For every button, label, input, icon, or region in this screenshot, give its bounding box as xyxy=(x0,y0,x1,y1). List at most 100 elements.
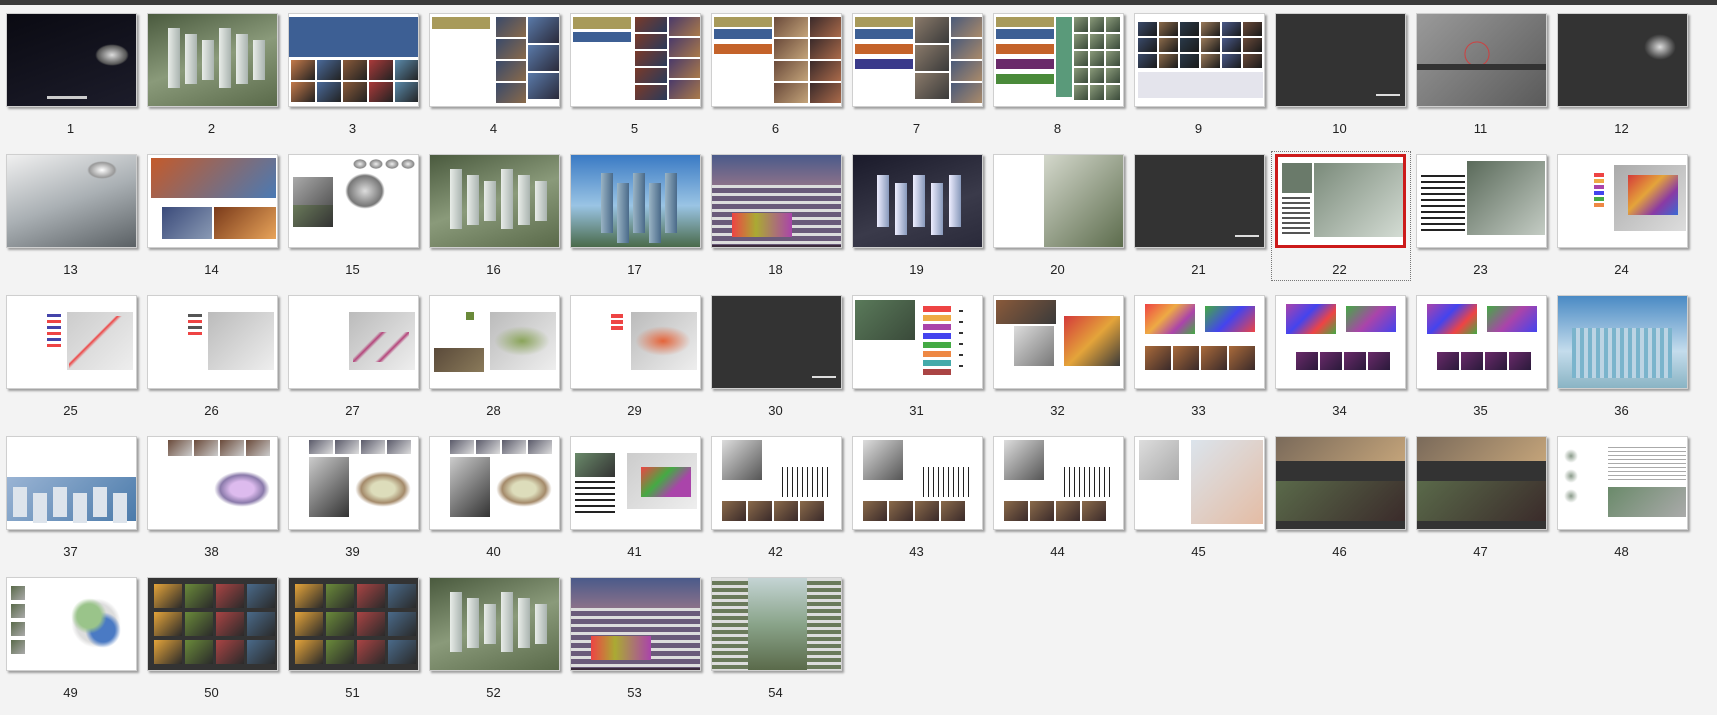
slide-preview[interactable] xyxy=(711,295,842,389)
slide-preview[interactable] xyxy=(711,577,842,671)
slide-preview[interactable] xyxy=(429,13,560,107)
slide-preview[interactable] xyxy=(1275,295,1406,389)
slide-thumbnail-27[interactable]: 27 xyxy=(282,282,423,423)
slide-thumbnail-15[interactable]: 15 xyxy=(282,141,423,282)
slide-preview[interactable] xyxy=(852,295,983,389)
slide-thumbnail-14[interactable]: 14 xyxy=(141,141,282,282)
slide-thumbnail-36[interactable]: 36 xyxy=(1551,282,1692,423)
slide-preview[interactable] xyxy=(852,13,983,107)
slide-preview[interactable] xyxy=(570,577,701,671)
slide-thumbnail-4[interactable]: 4 xyxy=(423,0,564,141)
slide-preview[interactable] xyxy=(570,436,701,530)
slide-thumbnail-45[interactable]: 45 xyxy=(1128,423,1269,564)
slide-preview[interactable] xyxy=(1275,436,1406,530)
slide-thumbnail-6[interactable]: 6 xyxy=(705,0,846,141)
slide-thumbnail-48[interactable]: 48 xyxy=(1551,423,1692,564)
slide-preview[interactable] xyxy=(1416,436,1547,530)
slide-preview[interactable] xyxy=(429,154,560,248)
slide-thumbnail-19[interactable]: 19 xyxy=(846,141,987,282)
slide-thumbnail-8[interactable]: 8 xyxy=(987,0,1128,141)
slide-thumbnail-7[interactable]: 7 xyxy=(846,0,987,141)
slide-preview[interactable] xyxy=(1134,13,1265,107)
slide-thumbnail-50[interactable]: 50 xyxy=(141,564,282,705)
slide-preview[interactable] xyxy=(1557,13,1688,107)
slide-thumbnail-35[interactable]: 35 xyxy=(1410,282,1551,423)
slide-preview[interactable] xyxy=(288,295,419,389)
slide-thumbnail-33[interactable]: 33 xyxy=(1128,282,1269,423)
slide-preview[interactable] xyxy=(711,154,842,248)
slide-thumbnail-43[interactable]: 43 xyxy=(846,423,987,564)
slide-preview[interactable] xyxy=(147,436,278,530)
slide-preview[interactable] xyxy=(1134,295,1265,389)
slide-preview[interactable] xyxy=(1557,436,1688,530)
slide-thumbnail-24[interactable]: 24 xyxy=(1551,141,1692,282)
slide-preview[interactable] xyxy=(147,577,278,671)
slide-thumbnail-5[interactable]: 5 xyxy=(564,0,705,141)
slide-thumbnail-26[interactable]: 26 xyxy=(141,282,282,423)
slide-thumbnail-21[interactable]: 21 xyxy=(1128,141,1269,282)
slide-preview[interactable] xyxy=(288,436,419,530)
slide-thumbnail-41[interactable]: 41 xyxy=(564,423,705,564)
slide-thumbnail-3[interactable]: 3 xyxy=(282,0,423,141)
slide-thumbnail-10[interactable]: 10 xyxy=(1269,0,1410,141)
slide-thumbnail-37[interactable]: 37 xyxy=(0,423,141,564)
slide-preview[interactable] xyxy=(1134,154,1265,248)
slide-thumbnail-42[interactable]: 42 xyxy=(705,423,846,564)
slide-preview[interactable] xyxy=(993,436,1124,530)
slide-thumbnail-38[interactable]: 38 xyxy=(141,423,282,564)
slide-preview[interactable] xyxy=(1275,154,1406,248)
slide-thumbnail-28[interactable]: 28 xyxy=(423,282,564,423)
slide-preview[interactable] xyxy=(1416,154,1547,248)
slide-preview[interactable] xyxy=(429,295,560,389)
slide-thumbnail-39[interactable]: 39 xyxy=(282,423,423,564)
slide-preview[interactable] xyxy=(6,577,137,671)
slide-thumbnail-23[interactable]: 23 xyxy=(1410,141,1551,282)
slide-thumbnail-1[interactable]: 1 xyxy=(0,0,141,141)
slide-preview[interactable] xyxy=(1275,13,1406,107)
slide-thumbnail-20[interactable]: 20 xyxy=(987,141,1128,282)
slide-preview[interactable] xyxy=(711,436,842,530)
slide-thumbnail-2[interactable]: 2 xyxy=(141,0,282,141)
slide-preview[interactable] xyxy=(852,436,983,530)
slide-thumbnail-52[interactable]: 52 xyxy=(423,564,564,705)
slide-preview[interactable] xyxy=(570,13,701,107)
slide-thumbnail-44[interactable]: 44 xyxy=(987,423,1128,564)
slide-preview[interactable] xyxy=(288,154,419,248)
slide-preview[interactable] xyxy=(1416,13,1547,107)
slide-thumbnail-25[interactable]: 25 xyxy=(0,282,141,423)
slide-thumbnail-40[interactable]: 40 xyxy=(423,423,564,564)
slide-thumbnail-18[interactable]: 18 xyxy=(705,141,846,282)
slide-preview[interactable] xyxy=(147,295,278,389)
slide-thumbnail-32[interactable]: 32 xyxy=(987,282,1128,423)
slide-thumbnail-34[interactable]: 34 xyxy=(1269,282,1410,423)
slide-preview[interactable] xyxy=(6,154,137,248)
slide-preview[interactable] xyxy=(6,295,137,389)
slide-thumbnail-31[interactable]: 31 xyxy=(846,282,987,423)
slide-preview[interactable] xyxy=(852,154,983,248)
slide-preview[interactable] xyxy=(1134,436,1265,530)
slide-thumbnail-13[interactable]: 13 xyxy=(0,141,141,282)
slide-preview[interactable] xyxy=(288,577,419,671)
slide-preview[interactable] xyxy=(993,154,1124,248)
slide-thumbnail-51[interactable]: 51 xyxy=(282,564,423,705)
slide-preview[interactable] xyxy=(1416,295,1547,389)
slide-preview[interactable] xyxy=(1557,154,1688,248)
slide-preview[interactable] xyxy=(6,13,137,107)
slide-preview[interactable] xyxy=(6,436,137,530)
slide-preview[interactable] xyxy=(147,13,278,107)
slide-thumbnail-16[interactable]: 16 xyxy=(423,141,564,282)
slide-thumbnail-17[interactable]: 17 xyxy=(564,141,705,282)
slide-preview[interactable] xyxy=(711,13,842,107)
slide-thumbnail-30[interactable]: 30 xyxy=(705,282,846,423)
slide-preview[interactable] xyxy=(429,577,560,671)
slide-thumbnail-53[interactable]: 53 xyxy=(564,564,705,705)
slide-thumbnail-12[interactable]: 12 xyxy=(1551,0,1692,141)
slide-preview[interactable] xyxy=(147,154,278,248)
slide-thumbnail-49[interactable]: 49 xyxy=(0,564,141,705)
slide-preview[interactable] xyxy=(993,295,1124,389)
slide-preview[interactable] xyxy=(993,13,1124,107)
slide-thumbnail-46[interactable]: 46 xyxy=(1269,423,1410,564)
slide-thumbnail-47[interactable]: 47 xyxy=(1410,423,1551,564)
slide-thumbnail-9[interactable]: 9 xyxy=(1128,0,1269,141)
slide-preview[interactable] xyxy=(1557,295,1688,389)
